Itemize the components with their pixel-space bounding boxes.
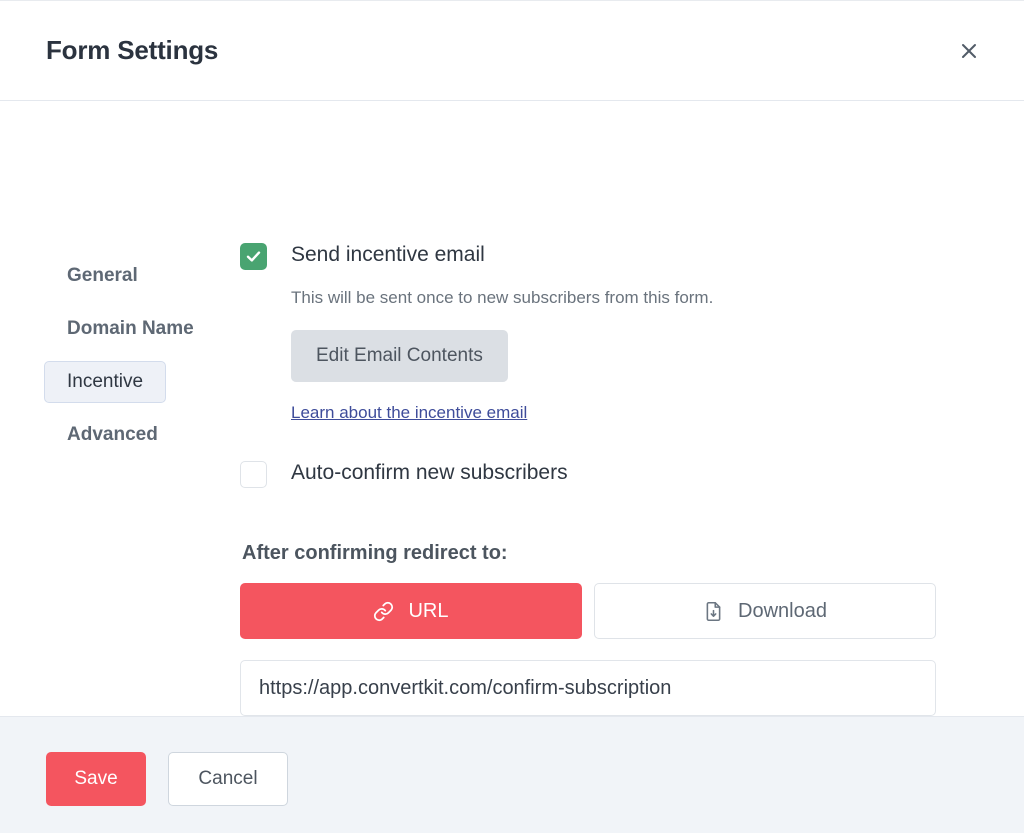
modal-footer: Save Cancel [0,716,1024,833]
redirect-option-url-label: URL [408,599,449,622]
cancel-button[interactable]: Cancel [168,752,288,806]
form-settings-modal: Form Settings General Domain Name Incent… [0,0,1024,833]
redirect-url-input[interactable] [240,660,936,716]
redirect-option-url[interactable]: URL [240,583,582,639]
send-incentive-email-label[interactable]: Send incentive email [291,241,485,269]
redirect-type-toggle-group: URL Download [240,583,976,639]
settings-main-panel: Send incentive email This will be sent o… [236,241,1024,716]
sidebar-item-advanced[interactable]: Advanced [44,414,181,456]
auto-confirm-checkbox[interactable] [240,461,267,488]
redirect-option-download-label: Download [738,599,827,622]
auto-confirm-row: Auto-confirm new subscribers [240,459,976,488]
sidebar-item-incentive[interactable]: Incentive [44,361,167,403]
settings-sidebar: General Domain Name Incentive Advanced [0,241,236,467]
edit-email-contents-button[interactable]: Edit Email Contents [291,330,508,382]
page-title: Form Settings [46,35,219,65]
modal-body: General Domain Name Incentive Advanced S… [0,101,1024,716]
save-button[interactable]: Save [46,752,146,806]
auto-confirm-label[interactable]: Auto-confirm new subscribers [291,459,568,487]
redirect-option-download[interactable]: Download [594,583,936,639]
sidebar-item-domain-name[interactable]: Domain Name [44,308,217,350]
learn-about-incentive-email-link[interactable]: Learn about the incentive email [291,403,527,423]
sidebar-item-general[interactable]: General [44,255,161,297]
incentive-email-help-text: This will be sent once to new subscriber… [291,288,714,307]
link-icon [373,601,394,622]
send-incentive-email-checkbox[interactable] [240,243,267,270]
send-incentive-email-row: Send incentive email [240,241,976,270]
redirect-section-label: After confirming redirect to: [242,542,508,564]
close-icon[interactable] [952,34,986,68]
file-download-icon [703,601,724,622]
modal-header: Form Settings [0,1,1024,101]
